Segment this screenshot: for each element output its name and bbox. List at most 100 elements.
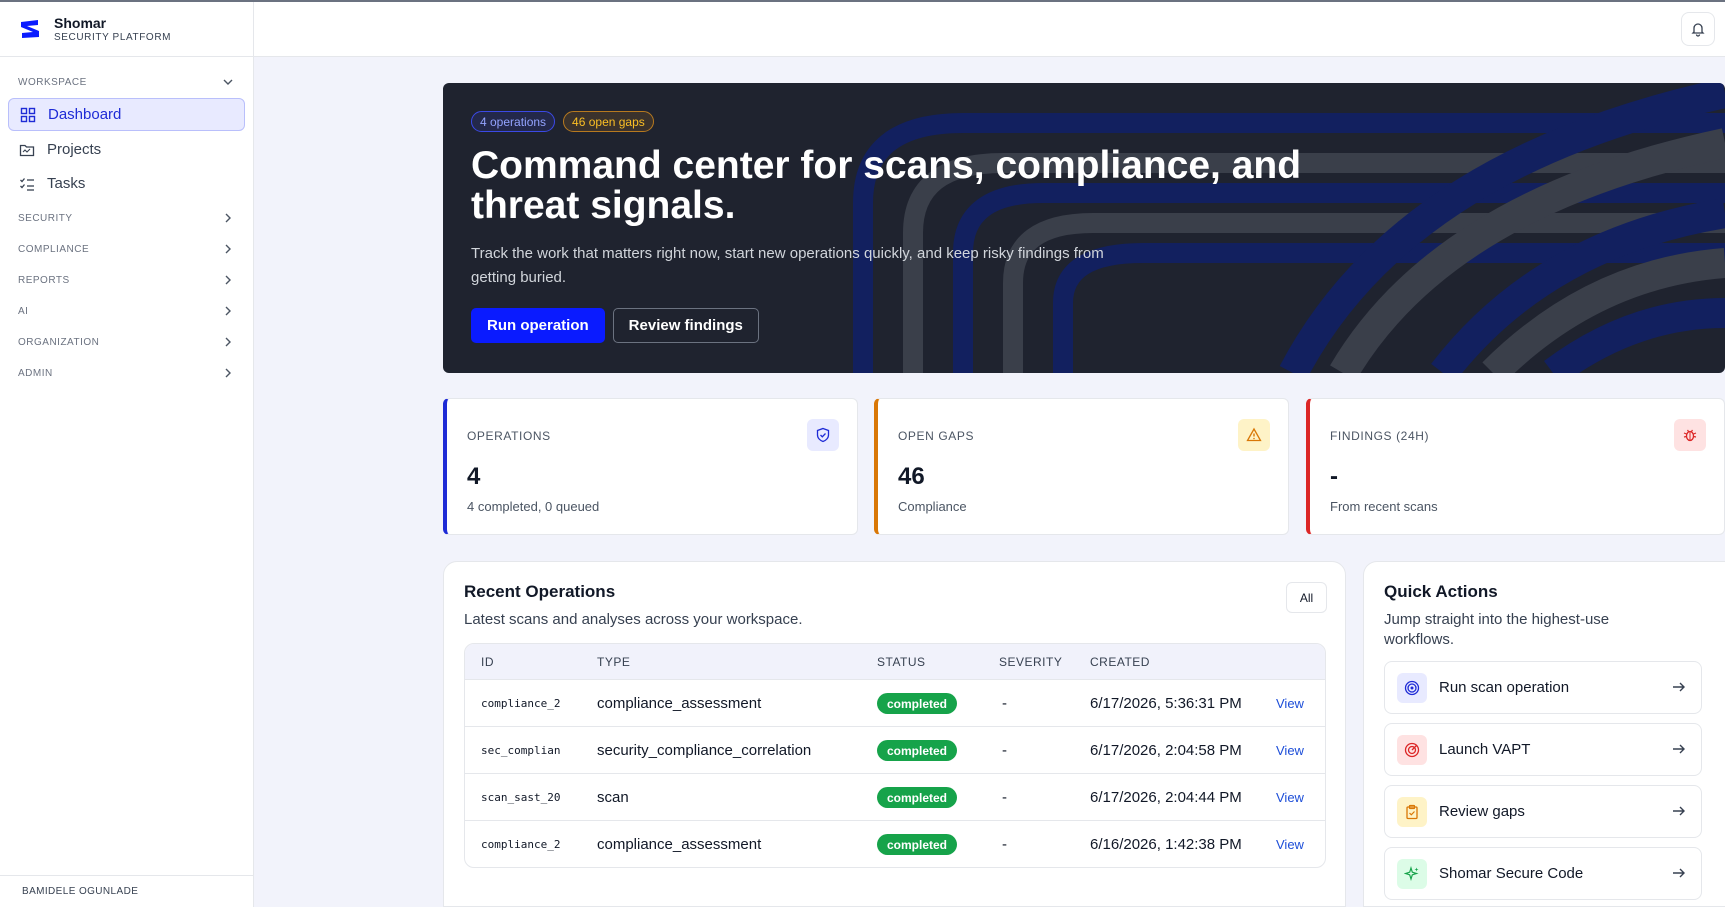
sidebar-item-projects[interactable]: Projects	[8, 133, 245, 166]
clipboard-icon	[1397, 796, 1427, 827]
status-badge: completed	[877, 787, 958, 808]
sparkle-icon	[1397, 858, 1427, 889]
view-link[interactable]: View	[1276, 696, 1304, 711]
operation-severity: -	[1002, 789, 1007, 806]
section-organization[interactable]: ORGANIZATION	[0, 328, 254, 356]
stat-label: OPEN GAPS	[898, 429, 975, 443]
sidebar-item-tasks[interactable]: Tasks	[8, 167, 245, 200]
status-badge: completed	[877, 740, 958, 761]
column-header-severity[interactable]: SEVERITY	[999, 655, 1062, 669]
section-admin[interactable]: ADMIN	[0, 359, 254, 387]
section-workspace[interactable]: WORKSPACE	[0, 68, 254, 96]
sidebar-item-label: Projects	[47, 141, 102, 158]
quick-action-launch-vapt[interactable]: Launch VAPT	[1384, 723, 1702, 776]
notifications-button[interactable]	[1681, 12, 1715, 46]
sidebar-item-dashboard[interactable]: Dashboard	[8, 98, 245, 131]
operation-type: compliance_assessment	[597, 695, 762, 712]
operation-id: sec_complian	[481, 744, 561, 757]
filter-all-button[interactable]: All	[1286, 582, 1327, 613]
chevron-right-icon	[225, 213, 231, 223]
status-badge: completed	[877, 693, 958, 714]
section-label: ADMIN	[18, 367, 53, 379]
status-badge: completed	[877, 834, 958, 855]
recent-operations-subtitle: Latest scans and analyses across your wo…	[464, 611, 803, 628]
run-operation-button[interactable]: Run operation	[471, 308, 605, 343]
section-label: REPORTS	[18, 274, 70, 286]
quick-actions-panel: Quick Actions Jump straight into the hig…	[1363, 561, 1725, 907]
sidebar-item-label: Dashboard	[48, 106, 122, 123]
operations-count-badge: 4 operations	[471, 111, 556, 132]
operation-severity: -	[1002, 836, 1007, 853]
column-header-id[interactable]: ID	[481, 655, 494, 669]
warning-triangle-icon	[1238, 419, 1270, 451]
operation-severity: -	[1002, 695, 1007, 712]
recent-operations-panel: Recent Operations Latest scans and analy…	[443, 561, 1346, 907]
brand-name: Shomar	[54, 14, 107, 31]
hero-title: Command center for scans, compliance, an…	[471, 144, 1302, 227]
operation-id: compliance_2	[481, 697, 561, 710]
view-link[interactable]: View	[1276, 837, 1304, 852]
stat-value: -	[1330, 463, 1338, 490]
table-row[interactable]: compliance_2 compliance_assessment compl…	[465, 821, 1325, 867]
operation-created: 6/17/2026, 2:04:58 PM	[1090, 742, 1242, 759]
section-compliance[interactable]: COMPLIANCE	[0, 235, 254, 263]
chevron-down-icon	[223, 79, 233, 85]
arrow-right-icon	[1673, 806, 1685, 816]
review-findings-button[interactable]: Review findings	[612, 308, 759, 343]
quick-action-review-gaps[interactable]: Review gaps	[1384, 785, 1702, 838]
arrow-right-icon	[1673, 682, 1685, 692]
recent-operations-title: Recent Operations	[464, 582, 616, 601]
operations-table: ID TYPE STATUS SEVERITY CREATED complian…	[464, 643, 1326, 868]
quick-action-label: Review gaps	[1439, 803, 1525, 820]
table-row[interactable]: sec_complian security_compliance_correla…	[465, 727, 1325, 774]
section-ai[interactable]: AI	[0, 297, 254, 325]
section-workspace-label: WORKSPACE	[18, 76, 87, 88]
section-label: ORGANIZATION	[18, 336, 100, 348]
chevron-right-icon	[225, 337, 231, 347]
section-label: COMPLIANCE	[18, 243, 90, 255]
stat-card-operations[interactable]: OPERATIONS 4 4 completed, 0 queued	[443, 398, 858, 535]
stat-card-open-gaps[interactable]: OPEN GAPS 46 Compliance	[874, 398, 1289, 535]
column-header-created[interactable]: CREATED	[1090, 655, 1150, 669]
section-security[interactable]: SECURITY	[0, 204, 254, 232]
open-gaps-badge: 46 open gaps	[563, 111, 654, 132]
quick-actions-title: Quick Actions	[1384, 582, 1498, 601]
top-bar	[254, 2, 1725, 57]
operation-id: compliance_2	[481, 838, 561, 851]
bell-icon	[1691, 23, 1705, 37]
stat-card-findings[interactable]: FINDINGS (24H) - From recent scans	[1306, 398, 1725, 535]
shield-check-icon	[807, 419, 839, 451]
table-row[interactable]: compliance_2 compliance_assessment compl…	[465, 680, 1325, 727]
section-label: AI	[18, 305, 29, 317]
operation-type: security_compliance_correlation	[597, 742, 812, 759]
section-label: SECURITY	[18, 212, 73, 224]
operation-type: compliance_assessment	[597, 836, 762, 853]
target-icon	[1397, 672, 1427, 703]
chevron-right-icon	[225, 275, 231, 285]
arrow-right-icon	[1673, 868, 1685, 878]
section-reports[interactable]: REPORTS	[0, 266, 254, 294]
user-menu[interactable]: BAMIDELE OGUNLADE	[0, 875, 254, 907]
view-link[interactable]: View	[1276, 743, 1304, 758]
brand[interactable]: Shomar SECURITY PLATFORM	[0, 2, 253, 57]
quick-action-label: Shomar Secure Code	[1439, 865, 1584, 882]
operation-severity: -	[1002, 742, 1007, 759]
sidebar-item-label: Tasks	[47, 175, 86, 192]
stat-subtext: Compliance	[898, 499, 967, 514]
column-header-type[interactable]: TYPE	[597, 655, 630, 669]
quick-actions-subtitle: Jump straight into the highest-use workf…	[1384, 611, 1610, 648]
quick-action-run-scan[interactable]: Run scan operation	[1384, 661, 1702, 714]
chevron-right-icon	[225, 244, 231, 254]
table-header: ID TYPE STATUS SEVERITY CREATED	[465, 644, 1325, 680]
stat-label: FINDINGS (24H)	[1330, 429, 1430, 443]
column-header-status[interactable]: STATUS	[877, 655, 926, 669]
quick-action-label: Run scan operation	[1439, 679, 1570, 696]
quick-action-secure-code[interactable]: Shomar Secure Code	[1384, 847, 1702, 900]
operation-id: scan_sast_20	[481, 791, 561, 804]
chevron-right-icon	[225, 306, 231, 316]
table-row[interactable]: scan_sast_20 scan completed - 6/17/2026,…	[465, 774, 1325, 821]
bug-icon	[1674, 419, 1706, 451]
operation-created: 6/17/2026, 2:04:44 PM	[1090, 789, 1242, 806]
radar-icon	[1397, 734, 1427, 765]
view-link[interactable]: View	[1276, 790, 1304, 805]
